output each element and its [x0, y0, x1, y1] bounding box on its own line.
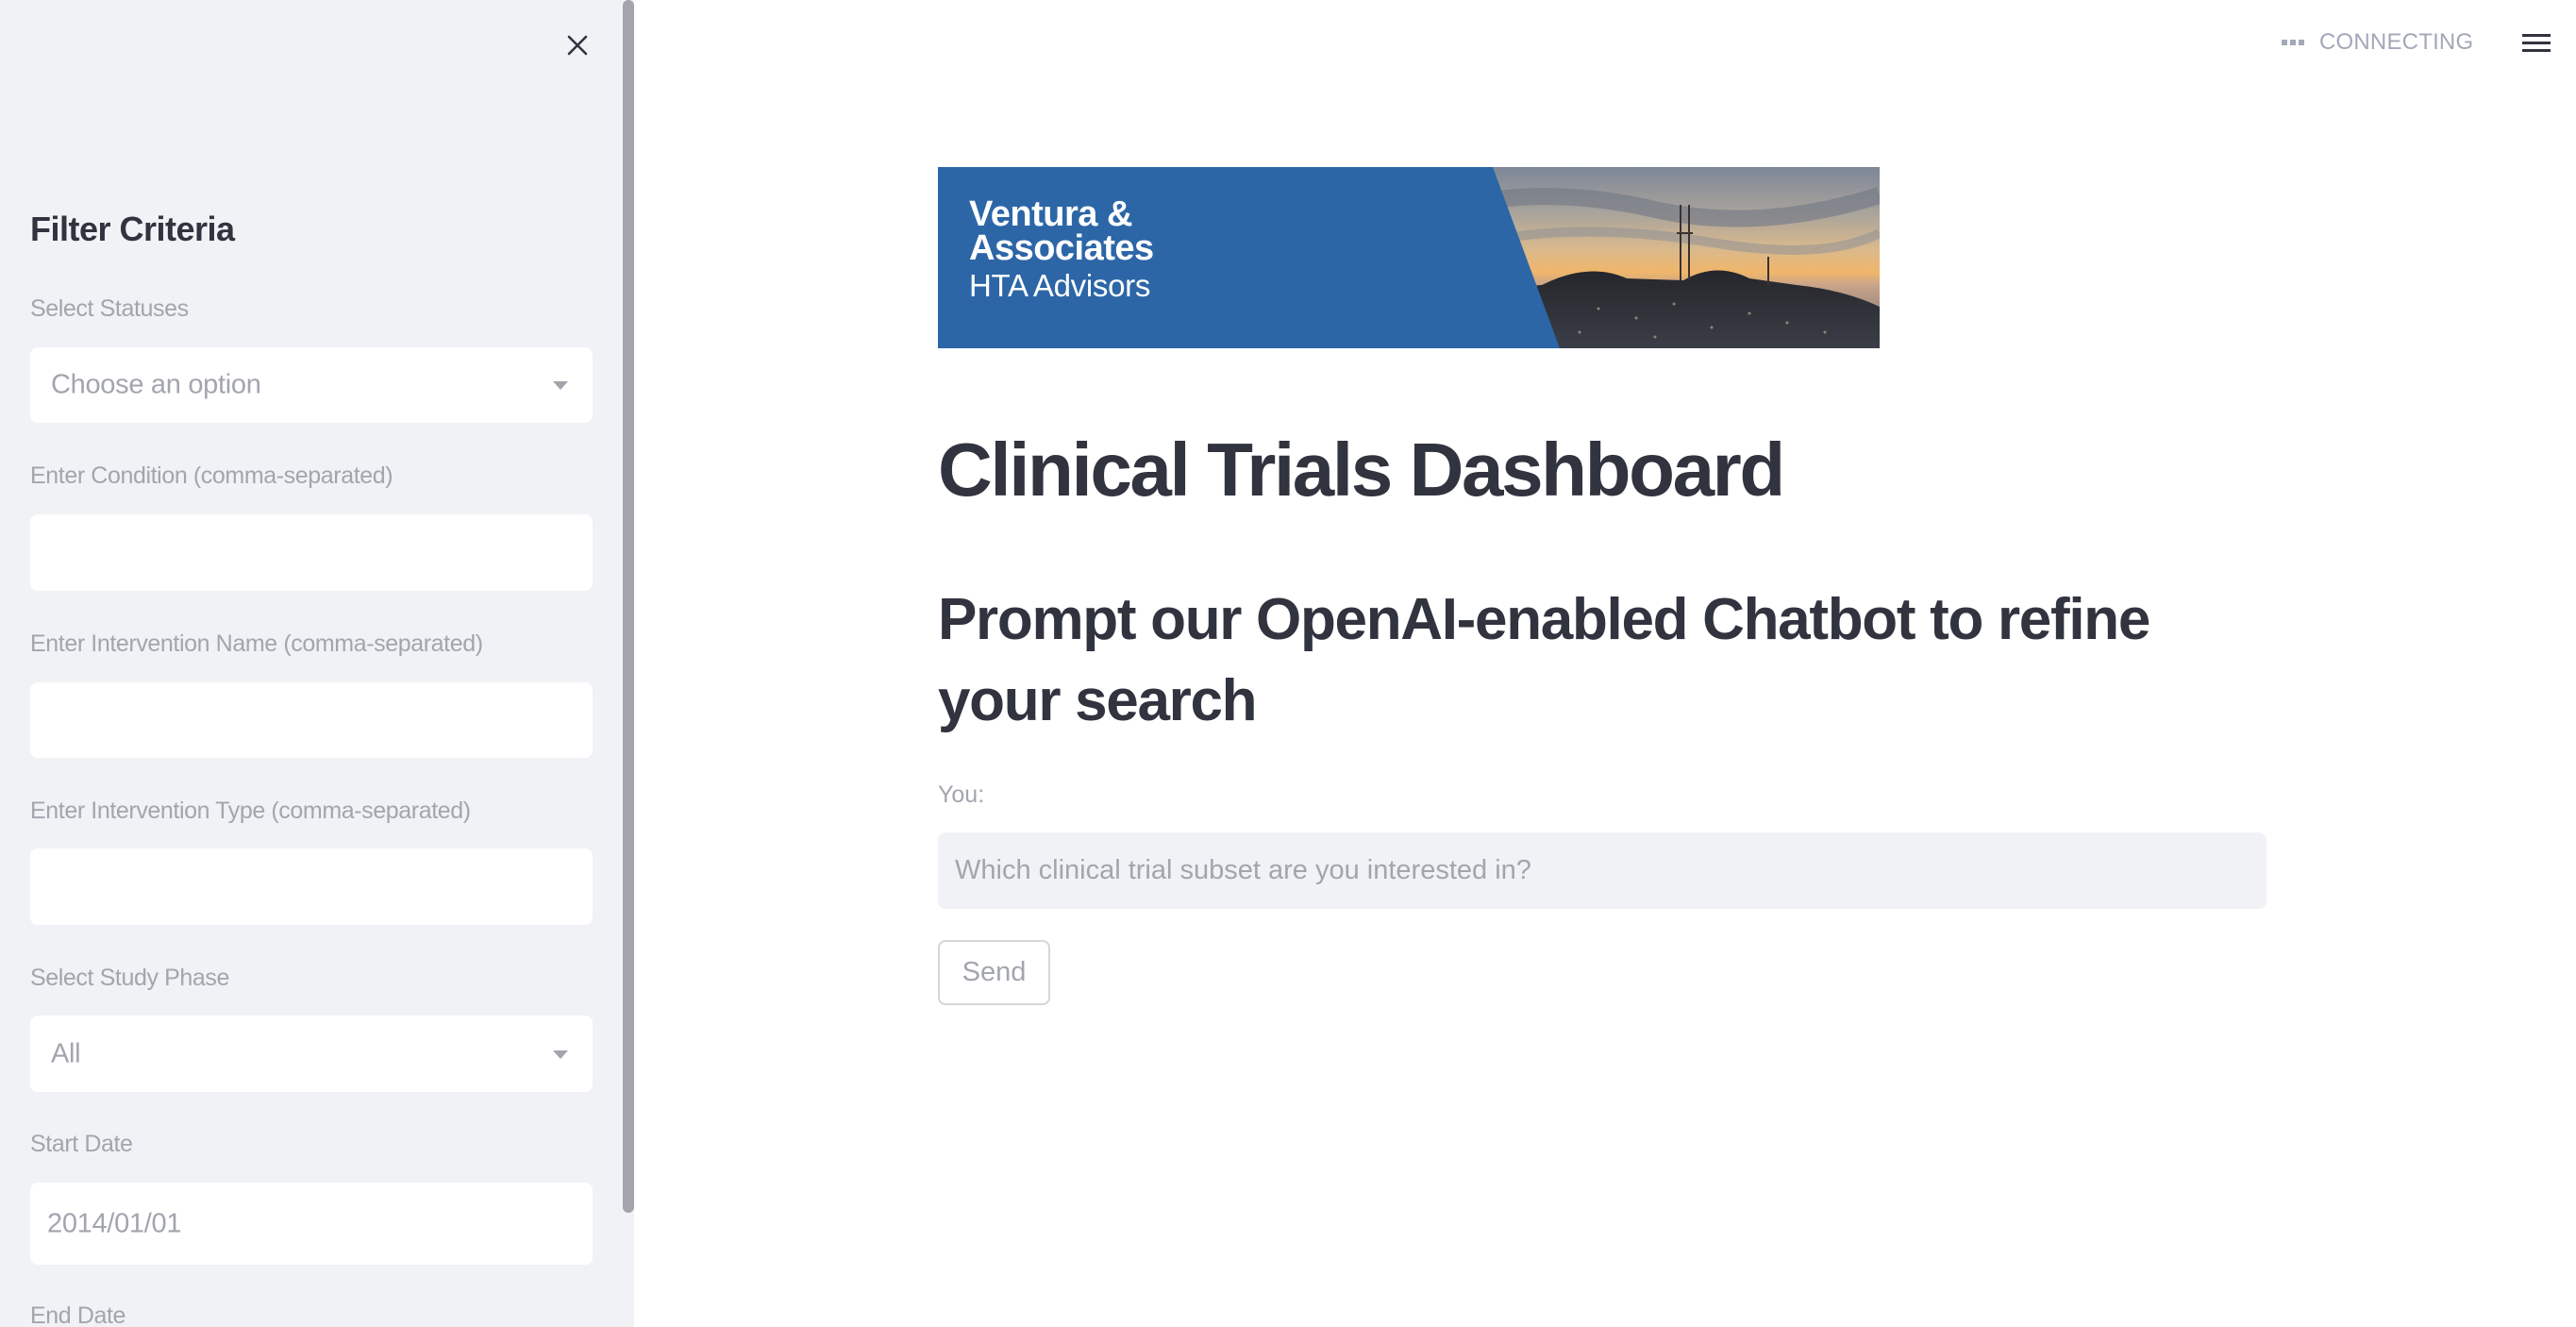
start-date-input[interactable]: 2014/01/01 — [30, 1183, 593, 1265]
main-menu-button[interactable] — [2519, 28, 2553, 57]
end-date-label: End Date — [30, 1302, 126, 1327]
banner-logo-text: Ventura & Associates HTA Advisors — [969, 194, 1154, 305]
intervention-type-field-wrapper — [30, 848, 593, 925]
statuses-label: Select Statuses — [30, 295, 189, 322]
sidebar-scrollbar[interactable] — [623, 0, 634, 1213]
close-sidebar-button[interactable] — [562, 30, 593, 60]
intervention-type-input[interactable] — [30, 848, 593, 925]
study-phase-select[interactable]: All — [30, 1016, 593, 1092]
intervention-type-label: Enter Intervention Type (comma-separated… — [30, 798, 471, 824]
chat-input-wrapper — [938, 832, 2267, 909]
chevron-down-icon — [553, 1050, 568, 1059]
banner-tagline: HTA Advisors — [969, 268, 1151, 303]
study-phase-selected-value: All — [51, 1038, 81, 1068]
sidebar: Filter Criteria Select Statuses Choose a… — [0, 0, 634, 1327]
intervention-name-label: Enter Intervention Name (comma-separated… — [30, 630, 483, 657]
filter-criteria-heading: Filter Criteria — [30, 210, 235, 248]
connection-status: CONNECTING — [2282, 28, 2473, 57]
send-button[interactable]: Send — [938, 940, 1050, 1005]
start-date-value: 2014/01/01 — [47, 1208, 182, 1238]
company-logo-banner: Ventura & Associates HTA Advisors — [938, 167, 1880, 348]
banner-company-line1: Ventura & — [969, 194, 1132, 234]
close-icon — [567, 35, 588, 56]
banner-company-line2: Associates — [969, 228, 1154, 268]
condition-label: Enter Condition (comma-separated) — [30, 462, 393, 489]
page-title: Clinical Trials Dashboard — [938, 428, 1785, 512]
statuses-select[interactable]: Choose an option — [30, 347, 593, 423]
chat-input-label: You: — [938, 781, 985, 808]
statuses-select-placeholder: Choose an option — [51, 369, 261, 400]
start-date-label: Start Date — [30, 1131, 133, 1157]
chevron-down-icon — [553, 381, 568, 390]
chat-input[interactable] — [938, 832, 2267, 909]
chatbot-subheading: Prompt our OpenAI-enabled Chatbot to ref… — [938, 587, 2150, 733]
condition-field-wrapper — [30, 514, 593, 591]
dots-icon — [2282, 40, 2304, 45]
connection-status-text: CONNECTING — [2319, 29, 2474, 55]
study-phase-label: Select Study Phase — [30, 965, 229, 991]
condition-input[interactable] — [30, 514, 593, 591]
intervention-name-field-wrapper — [30, 682, 593, 758]
intervention-name-input[interactable] — [30, 682, 593, 758]
